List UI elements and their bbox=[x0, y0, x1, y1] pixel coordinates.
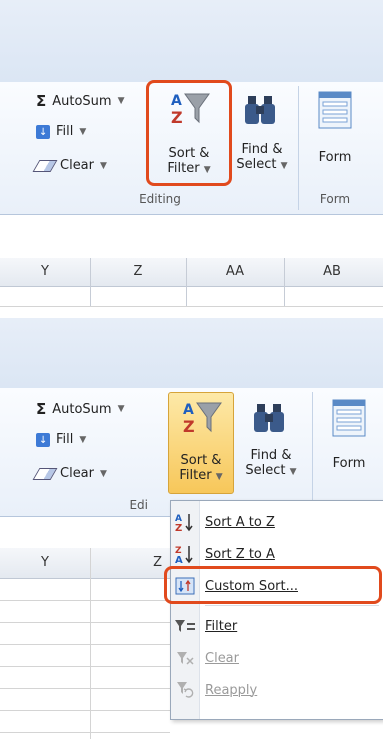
fill-label: Fill bbox=[56, 124, 74, 139]
svg-text:Z: Z bbox=[183, 417, 195, 436]
chevron-down-icon: ▼ bbox=[280, 161, 288, 171]
clear-label: Clear bbox=[60, 158, 94, 173]
fill-button[interactable]: ↓ Fill ▼ bbox=[36, 124, 86, 139]
menu-item-label: Clear bbox=[205, 650, 239, 666]
form-icon bbox=[318, 91, 352, 129]
autosum-label: AutoSum bbox=[52, 401, 112, 417]
grid-row[interactable] bbox=[0, 286, 383, 307]
menu-item-sort-z-to-a[interactable]: ZA Sort Z to A bbox=[171, 539, 383, 569]
chevron-down-icon: ▼ bbox=[289, 467, 297, 477]
menu-item-clear[interactable]: Clear bbox=[171, 643, 383, 673]
filter-icon bbox=[175, 620, 195, 632]
sort-filter-button-active[interactable]: A Z Sort & Filter ▼ bbox=[168, 392, 234, 494]
chevron-down-icon: ▼ bbox=[117, 96, 125, 106]
reapply-icon bbox=[177, 682, 194, 698]
chevron-down-icon: ▼ bbox=[100, 160, 107, 171]
column-header-y[interactable]: Y bbox=[0, 264, 90, 279]
fill-down-icon: ↓ bbox=[36, 432, 50, 447]
form-button[interactable]: Form bbox=[304, 84, 366, 187]
svg-text:A: A bbox=[183, 402, 194, 418]
ribbon-title-strip bbox=[0, 0, 383, 82]
chevron-down-icon: ▼ bbox=[79, 434, 87, 445]
form-label: Form bbox=[318, 150, 352, 165]
sort-filter-icon: A Z bbox=[183, 402, 222, 436]
group-divider bbox=[312, 392, 313, 512]
grid-row[interactable] bbox=[0, 622, 170, 645]
grid-row[interactable] bbox=[0, 578, 170, 601]
menu-item-reapply[interactable]: Reapply bbox=[171, 675, 383, 705]
autosum-button[interactable]: Σ AutoSum ▼ bbox=[36, 400, 125, 418]
menu-separator bbox=[205, 605, 379, 606]
form-icon bbox=[332, 399, 366, 437]
column-header-y[interactable]: Y bbox=[0, 555, 90, 570]
menu-item-filter[interactable]: Filter bbox=[171, 611, 383, 641]
grid-row[interactable] bbox=[0, 688, 170, 711]
grid-row[interactable] bbox=[0, 666, 170, 689]
form-group-label: Form bbox=[319, 192, 351, 206]
grid-row[interactable] bbox=[0, 644, 170, 667]
binoculars-icon bbox=[254, 404, 284, 432]
menu-item-label: Sort A to Z bbox=[205, 514, 275, 530]
menu-item-label: Sort Z to A bbox=[205, 546, 275, 562]
eraser-icon bbox=[32, 159, 58, 172]
highlight-sort-filter bbox=[146, 80, 232, 186]
find-select-label-2: Select ▼ bbox=[245, 463, 297, 478]
chevron-down-icon: ▼ bbox=[117, 404, 125, 414]
grid-row[interactable] bbox=[0, 600, 170, 623]
clear-filter-icon bbox=[177, 652, 194, 665]
sort-filter-label-2: Filter ▼ bbox=[179, 468, 223, 483]
column-header-aa[interactable]: AA bbox=[186, 264, 284, 279]
column-header-z[interactable]: Z bbox=[92, 555, 162, 570]
menu-item-label: Filter bbox=[205, 618, 238, 634]
form-label: Form bbox=[332, 456, 366, 471]
fill-down-icon: ↓ bbox=[36, 124, 50, 139]
sigma-icon: Σ bbox=[36, 92, 47, 110]
column-header-z[interactable]: Z bbox=[90, 264, 186, 279]
eraser-icon bbox=[32, 467, 58, 480]
svg-text:A: A bbox=[175, 555, 183, 565]
chevron-down-icon: ▼ bbox=[215, 472, 223, 482]
find-select-label-1: Find & bbox=[250, 448, 292, 463]
sort-filter-label-1: Sort & bbox=[180, 453, 222, 468]
autosum-label: AutoSum bbox=[52, 93, 112, 109]
fill-button[interactable]: ↓ Fill ▼ bbox=[36, 432, 86, 447]
sort-z-a-icon: ZA bbox=[175, 546, 193, 565]
sigma-icon: Σ bbox=[36, 400, 47, 418]
find-select-button[interactable]: Find & Select ▼ bbox=[236, 392, 306, 494]
clear-button[interactable]: Clear ▼ bbox=[32, 158, 107, 173]
binoculars-icon bbox=[245, 96, 275, 124]
sort-a-z-icon: AZ bbox=[175, 514, 193, 533]
form-button[interactable]: Form bbox=[318, 392, 380, 494]
find-select-button[interactable]: Find & Select ▼ bbox=[226, 84, 298, 187]
chevron-down-icon: ▼ bbox=[100, 468, 107, 479]
chevron-down-icon: ▼ bbox=[79, 126, 87, 137]
column-header-ab[interactable]: AB bbox=[284, 264, 380, 279]
find-select-label-2: Select ▼ bbox=[236, 157, 288, 172]
svg-text:Z: Z bbox=[175, 523, 182, 533]
highlight-custom-sort bbox=[164, 566, 382, 604]
grid-row[interactable] bbox=[0, 710, 170, 733]
editing-group-label: Editing bbox=[139, 192, 181, 206]
menu-item-label: Reapply bbox=[205, 682, 258, 698]
clear-label: Clear bbox=[60, 466, 94, 481]
find-select-label-1: Find & bbox=[241, 142, 283, 157]
editing-group-label: Edi bbox=[129, 498, 148, 512]
autosum-button[interactable]: Σ AutoSum ▼ bbox=[36, 92, 125, 110]
fill-label: Fill bbox=[56, 432, 74, 447]
ribbon-title-strip bbox=[0, 318, 383, 388]
menu-item-sort-a-to-z[interactable]: AZ Sort A to Z bbox=[171, 507, 383, 537]
group-divider bbox=[298, 86, 299, 210]
sort-filter-dropdown-menu: AZ Sort A to Z ZA Sort Z to A Custom Sor… bbox=[170, 500, 383, 720]
clear-button[interactable]: Clear ▼ bbox=[32, 466, 107, 481]
